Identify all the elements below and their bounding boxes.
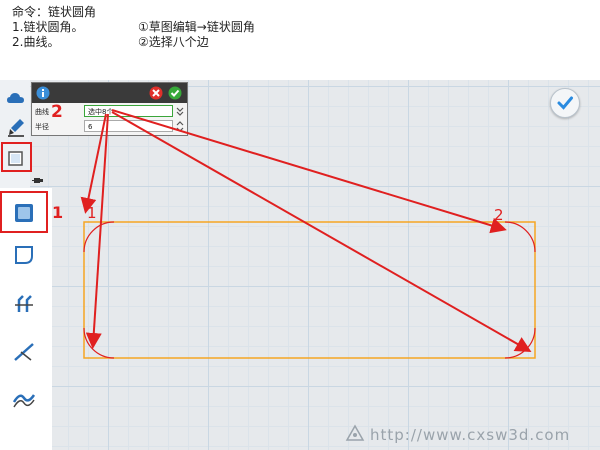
fillet-corner-bottom-right [504,327,536,359]
select-edges-text: ②选择八个边 [138,35,209,49]
arrow-to-bottom-left [85,113,109,349]
fillet-corner-bottom-left [83,327,115,359]
watermark-url: http://www.cxsw3d.com [370,426,571,444]
step-2-text: 2.曲线。 [12,35,60,49]
fillet-corner-top-right [504,221,536,253]
instruction-caption: 命令：链状圆角 1.链状圆角。 2.曲线。 ①草图编辑→链状圆角 ②选择八个边 [0,0,600,80]
sketch-rectangle[interactable] [83,221,536,359]
sketch-overlay [80,109,536,359]
sketch-viewport[interactable]: 1 曲线 选中8个 半径 6 2 1 2 http://www.cxsw3d.c… [0,80,600,450]
arrow-to-bottom-right [111,111,532,352]
arrow-to-top-right [111,109,507,234]
corner-marker-2: 2 [494,206,504,224]
corner-marker-1: 1 [87,204,97,222]
watermark-logo-icon [345,424,365,441]
